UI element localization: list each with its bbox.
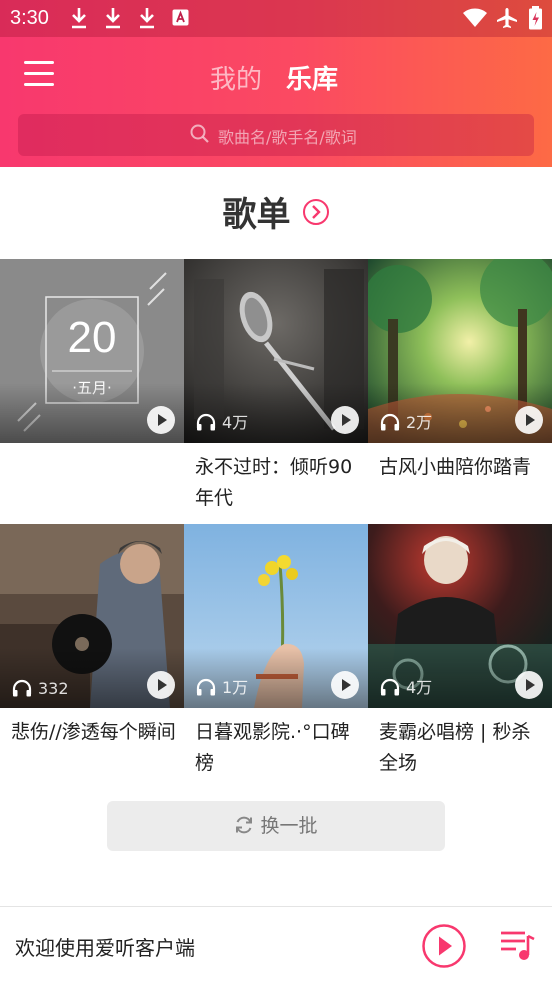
playlist-title[interactable]: 日暮观影院.·°口碑榜 — [195, 717, 363, 779]
play-icon — [526, 679, 535, 691]
playlist-title[interactable]: 悲伤//渗透每个瞬间 — [11, 717, 179, 748]
wifi-icon — [463, 8, 487, 27]
playlist-card[interactable]: 4万 — [368, 524, 552, 708]
airplane-icon — [497, 8, 517, 28]
mini-player[interactable]: 欢迎使用爱听客户端 — [0, 906, 552, 984]
headphones-icon — [380, 678, 400, 696]
download-icon — [106, 8, 120, 29]
playlist-card[interactable]: 1万 — [184, 524, 368, 708]
headphones-icon — [196, 413, 216, 431]
playlist-title[interactable]: 永不过时：倾听90年代 — [195, 452, 363, 514]
date-day: 20 — [67, 313, 117, 362]
play-button[interactable] — [147, 406, 175, 434]
play-count: 4万 — [222, 413, 249, 432]
playlist-card[interactable]: 4万 — [184, 259, 368, 443]
search-bar[interactable]: 歌曲名/歌手名/歌词 — [18, 114, 534, 156]
tab-library[interactable]: 乐库 — [286, 59, 338, 96]
tab-mine[interactable]: 我的 — [210, 59, 262, 96]
play-button[interactable] — [331, 671, 359, 699]
search-icon — [190, 124, 209, 143]
play-icon — [342, 414, 351, 426]
play-count: 1万 — [222, 678, 249, 697]
menu-icon[interactable] — [24, 61, 54, 89]
play-button[interactable] — [515, 671, 543, 699]
refresh-label: 换一批 — [260, 815, 318, 837]
play-count: 2万 — [406, 413, 433, 432]
app-header: 我的 乐库 — [0, 37, 552, 113]
play-icon — [158, 679, 167, 691]
refresh-icon — [236, 816, 253, 834]
download-icon — [72, 8, 86, 29]
chevron-right-circle-icon[interactable] — [302, 198, 330, 226]
play-button[interactable] — [147, 671, 175, 699]
play-count: 4万 — [406, 678, 433, 697]
play-circle-icon[interactable] — [421, 923, 467, 969]
playlist-title[interactable]: 麦霸必唱榜 | 秒杀全场 — [379, 717, 547, 779]
section-title: 歌单 — [222, 195, 291, 235]
play-icon — [158, 414, 167, 426]
play-count: 332 — [38, 679, 69, 698]
section-header[interactable]: 歌单 — [0, 187, 552, 236]
headphones-icon — [380, 413, 400, 431]
play-button[interactable] — [331, 406, 359, 434]
play-button[interactable] — [515, 406, 543, 434]
play-icon — [526, 414, 535, 426]
download-icon — [140, 8, 154, 29]
headphones-icon — [12, 679, 32, 697]
play-icon — [342, 679, 351, 691]
playlist-card[interactable]: 332 — [0, 524, 184, 708]
headphones-icon — [196, 678, 216, 696]
playlist-card-daily[interactable]: 20 ·五月· — [0, 259, 184, 443]
search-placeholder: 歌曲名/歌手名/歌词 — [218, 128, 357, 147]
refresh-button[interactable]: 换一批 — [107, 801, 445, 851]
playlist-queue-icon[interactable] — [500, 927, 536, 963]
player-text: 欢迎使用爱听客户端 — [15, 936, 195, 960]
font-app-icon — [172, 9, 189, 26]
status-bar: 3:30 — [0, 0, 552, 37]
battery-charging-icon — [529, 6, 542, 30]
status-time: 3:30 — [10, 7, 49, 29]
playlist-card[interactable]: 2万 — [368, 259, 552, 443]
playlist-title[interactable]: 古风小曲陪你踏青 — [379, 452, 547, 483]
